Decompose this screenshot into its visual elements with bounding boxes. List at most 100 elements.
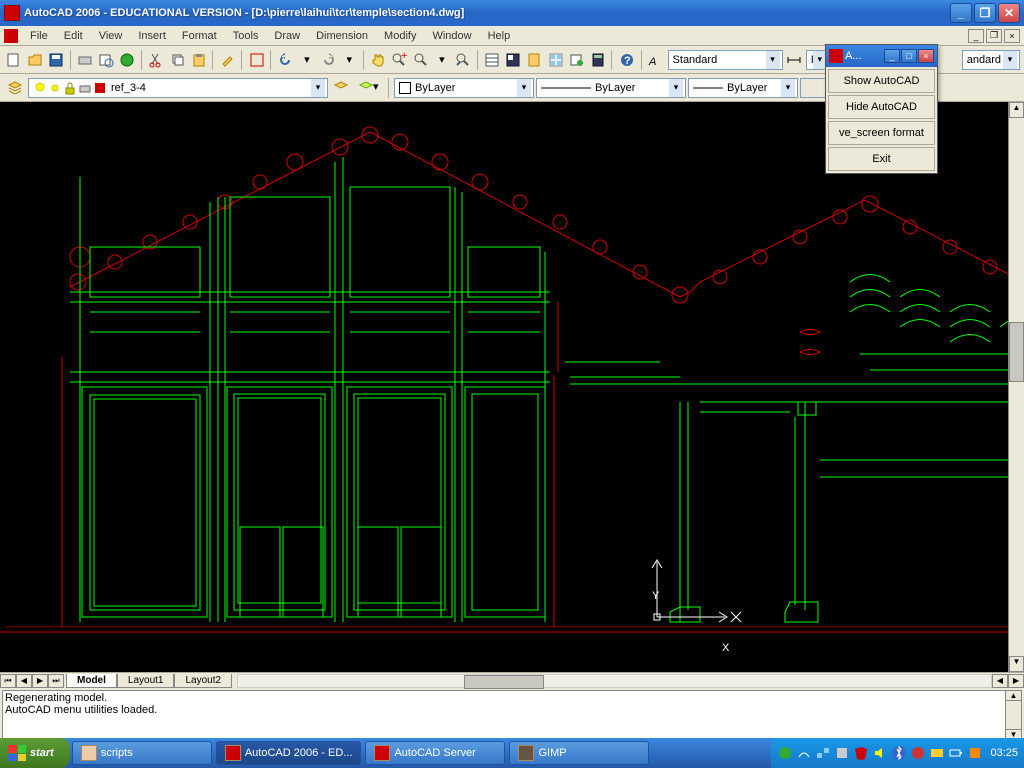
cmd-scrollbar[interactable]: ▲ ▼ — [1005, 691, 1021, 739]
mdi-close-button[interactable]: × — [1004, 29, 1020, 43]
close-button[interactable]: ✕ — [998, 3, 1020, 23]
tray-icon-4[interactable] — [834, 745, 850, 761]
task-autocad-server[interactable]: AutoCAD Server — [365, 741, 505, 765]
open-button[interactable] — [25, 49, 44, 71]
tray-battery-icon[interactable] — [948, 745, 964, 761]
mdi-minimize-button[interactable]: _ — [968, 29, 984, 43]
undo-dropdown[interactable]: ▾ — [297, 49, 316, 71]
color-combo[interactable]: ByLayer — [394, 78, 534, 98]
paste-button[interactable] — [189, 49, 208, 71]
tab-layout2[interactable]: Layout2 — [174, 674, 232, 688]
tab-next-button[interactable]: ▶ — [32, 674, 48, 688]
task-scripts[interactable]: scripts — [72, 741, 212, 765]
tab-last-button[interactable]: ⏭ — [48, 674, 64, 688]
text-style-combo[interactable]: Standard — [668, 50, 783, 70]
layer-manager-button[interactable] — [4, 77, 26, 99]
popup-titlebar[interactable]: A... _ □ × — [826, 45, 937, 67]
popup-close-button[interactable]: × — [918, 49, 934, 63]
pan-button[interactable] — [369, 49, 388, 71]
popup-screen-format[interactable]: ve_screen format — [828, 121, 935, 145]
table-style-combo[interactable]: andard — [962, 50, 1020, 70]
command-window[interactable]: Regenerating model. AutoCAD menu utiliti… — [2, 690, 1022, 740]
help-button[interactable]: ? — [617, 49, 636, 71]
popup-exit[interactable]: Exit — [828, 147, 935, 171]
menu-tools[interactable]: Tools — [225, 28, 267, 44]
task-gimp[interactable]: GIMP — [509, 741, 649, 765]
match-properties-button[interactable] — [218, 49, 237, 71]
save-button[interactable] — [46, 49, 65, 71]
menu-dimension[interactable]: Dimension — [308, 28, 376, 44]
menu-view[interactable]: View — [91, 28, 131, 44]
tray-shield-icon[interactable] — [853, 745, 869, 761]
plot-button[interactable] — [75, 49, 94, 71]
menu-draw[interactable]: Draw — [266, 28, 308, 44]
lineweight-combo[interactable]: ByLayer — [688, 78, 798, 98]
properties-button[interactable] — [482, 49, 501, 71]
tray-wifi-icon[interactable] — [796, 745, 812, 761]
layer-combo[interactable]: ref_3-4 — [28, 78, 328, 98]
tray-icon-11[interactable] — [967, 745, 983, 761]
menu-format[interactable]: Format — [174, 28, 225, 44]
design-center-button[interactable] — [504, 49, 523, 71]
scroll-right-button[interactable]: ▶ — [1008, 674, 1024, 688]
cut-button[interactable] — [147, 49, 166, 71]
layer-previous-button[interactable] — [330, 77, 352, 99]
undo-button[interactable] — [276, 49, 295, 71]
tray-icon-9[interactable] — [929, 745, 945, 761]
tray-clock[interactable]: 03:25 — [990, 747, 1018, 759]
zoom-flyout[interactable]: ▾ — [432, 49, 451, 71]
start-button[interactable]: start — [0, 738, 70, 768]
cmd-scroll-up[interactable]: ▲ — [1006, 691, 1021, 701]
tab-model[interactable]: Model — [66, 674, 117, 688]
markup-button[interactable] — [567, 49, 586, 71]
redo-dropdown[interactable]: ▾ — [340, 49, 359, 71]
drawing-canvas[interactable]: Y X ▲ ▼ — [0, 102, 1024, 672]
popup-minimize-button[interactable]: _ — [884, 49, 900, 63]
scroll-thumb[interactable] — [1009, 322, 1024, 382]
scroll-left-button[interactable]: ◀ — [992, 674, 1008, 688]
scroll-down-button[interactable]: ▼ — [1009, 656, 1024, 672]
block-editor-button[interactable] — [247, 49, 266, 71]
popup-maximize-button[interactable]: □ — [901, 49, 917, 63]
plot-preview-button[interactable] — [97, 49, 116, 71]
task-autocad[interactable]: AutoCAD 2006 - ED... — [216, 741, 362, 765]
vertical-scrollbar[interactable]: ▲ ▼ — [1008, 102, 1024, 672]
menu-insert[interactable]: Insert — [130, 28, 174, 44]
minimize-button[interactable]: _ — [950, 3, 972, 23]
system-tray[interactable]: 03:25 — [771, 738, 1024, 768]
tool-palettes-button[interactable] — [525, 49, 544, 71]
layer-states-button[interactable]: ▾ — [354, 77, 384, 99]
tray-volume-icon[interactable] — [872, 745, 888, 761]
calculator-button[interactable] — [588, 49, 607, 71]
sheetset-button[interactable] — [546, 49, 565, 71]
dim-style-button[interactable] — [785, 49, 804, 71]
maximize-button[interactable]: ❐ — [974, 3, 996, 23]
copy-button[interactable] — [168, 49, 187, 71]
popup-hide-autocad[interactable]: Hide AutoCAD — [828, 95, 935, 119]
h-scroll-thumb[interactable] — [464, 675, 544, 689]
zoom-realtime-button[interactable]: + — [390, 49, 409, 71]
menu-edit[interactable]: Edit — [56, 28, 91, 44]
mdi-restore-button[interactable]: ❐ — [986, 29, 1002, 43]
tab-prev-button[interactable]: ◀ — [16, 674, 32, 688]
tray-network-icon[interactable] — [815, 745, 831, 761]
linetype-combo[interactable]: ByLayer — [536, 78, 686, 98]
menu-window[interactable]: Window — [424, 28, 479, 44]
text-style-button[interactable]: A — [646, 49, 665, 71]
popup-show-autocad[interactable]: Show AutoCAD — [828, 69, 935, 93]
zoom-previous-button[interactable] — [453, 49, 472, 71]
tray-bluetooth-icon[interactable] — [891, 745, 907, 761]
tab-first-button[interactable]: ⏮ — [0, 674, 16, 688]
zoom-window-button[interactable] — [411, 49, 430, 71]
publish-button[interactable] — [118, 49, 137, 71]
menu-modify[interactable]: Modify — [376, 28, 424, 44]
tray-icon-1[interactable] — [777, 745, 793, 761]
scroll-up-button[interactable]: ▲ — [1009, 102, 1024, 118]
menu-file[interactable]: File — [22, 28, 56, 44]
horizontal-scrollbar[interactable] — [237, 674, 992, 688]
tab-layout1[interactable]: Layout1 — [117, 674, 175, 688]
menu-help[interactable]: Help — [480, 28, 519, 44]
redo-button[interactable] — [319, 49, 338, 71]
tray-icon-8[interactable] — [910, 745, 926, 761]
new-button[interactable] — [4, 49, 23, 71]
